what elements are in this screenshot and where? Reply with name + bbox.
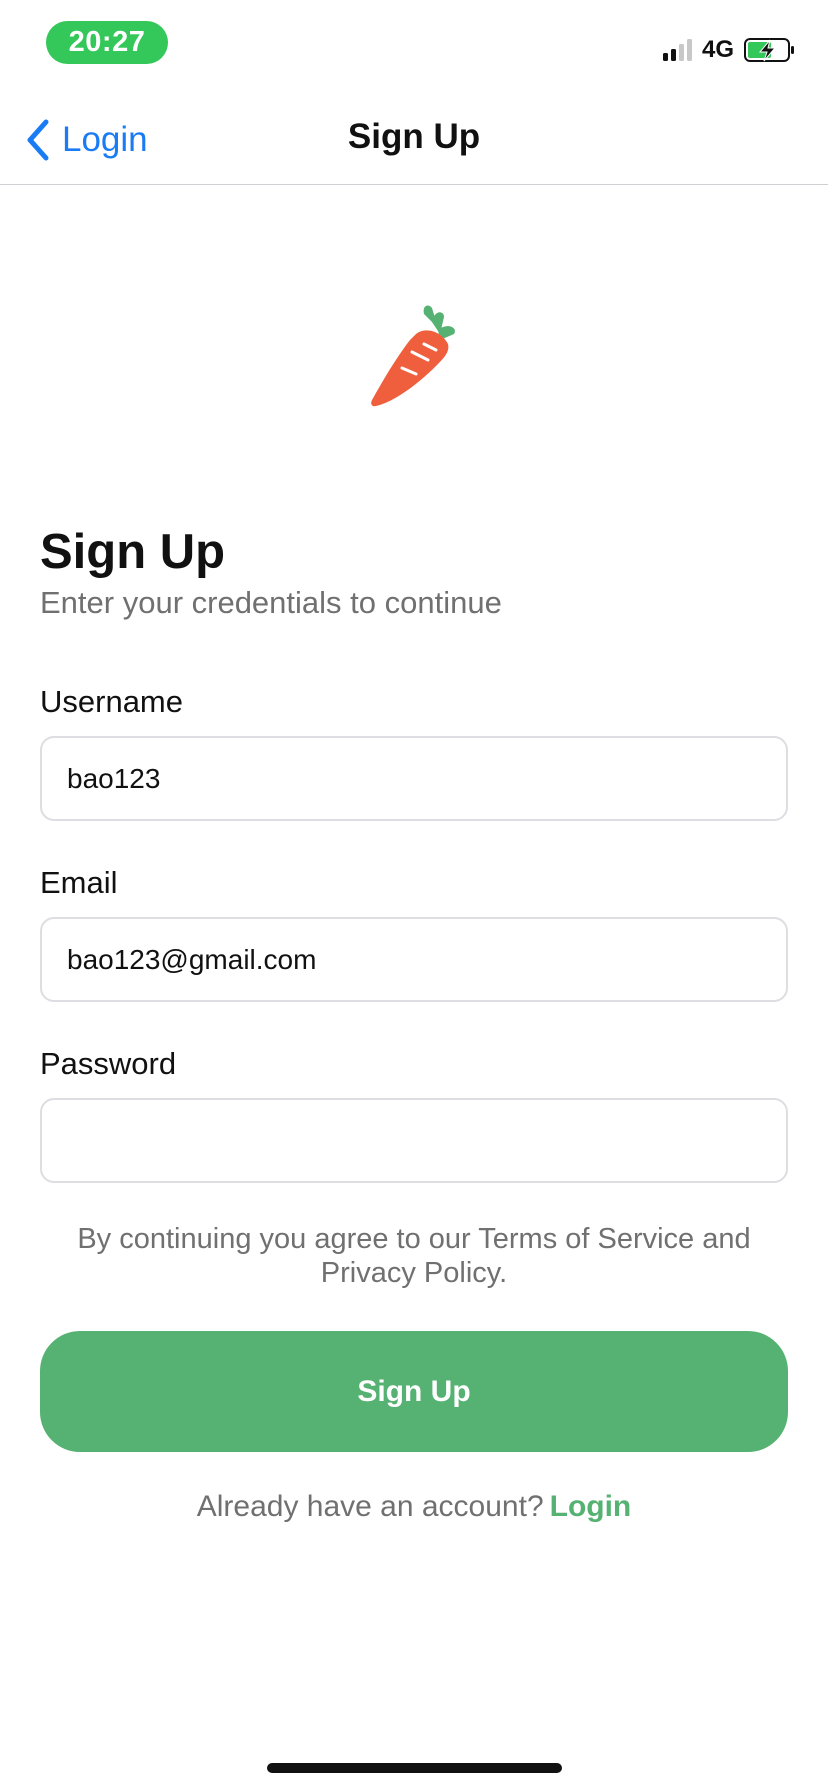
- status-time: 20:27: [46, 21, 168, 64]
- login-link[interactable]: Login: [550, 1490, 632, 1523]
- password-field[interactable]: [40, 1098, 788, 1183]
- email-field[interactable]: [40, 917, 788, 1002]
- page-title: Sign Up: [40, 525, 226, 579]
- terms-notice: By continuing you agree to our Terms of …: [40, 1222, 788, 1290]
- nav-title: Sign Up: [347, 117, 481, 156]
- email-label: Email: [40, 865, 118, 900]
- home-indicator: [267, 1763, 562, 1773]
- carrot-icon: [371, 305, 455, 407]
- signup-button[interactable]: Sign Up: [40, 1331, 788, 1452]
- signup-screen: 20:27 4G Login Sign Up Sign Up Enter you…: [0, 0, 828, 1792]
- battery-charging-icon: [744, 38, 794, 62]
- password-label: Password: [40, 1046, 177, 1081]
- navigation-bar: Login Sign Up: [0, 95, 828, 185]
- login-prompt-text: Already have an account?: [196, 1490, 544, 1523]
- status-icons: 4G: [662, 36, 796, 64]
- network-type: 4G: [701, 36, 734, 63]
- login-prompt: Already have an account? Login: [0, 1490, 828, 1524]
- username-label: Username: [40, 684, 183, 719]
- cellular-signal-icon: [662, 39, 692, 61]
- terms-line-1: By continuing you agree to our Terms of …: [77, 1223, 751, 1255]
- username-field[interactable]: [40, 736, 788, 821]
- page-subtitle: Enter your credentials to continue: [40, 585, 502, 620]
- terms-line-2: Privacy Policy.: [320, 1257, 508, 1289]
